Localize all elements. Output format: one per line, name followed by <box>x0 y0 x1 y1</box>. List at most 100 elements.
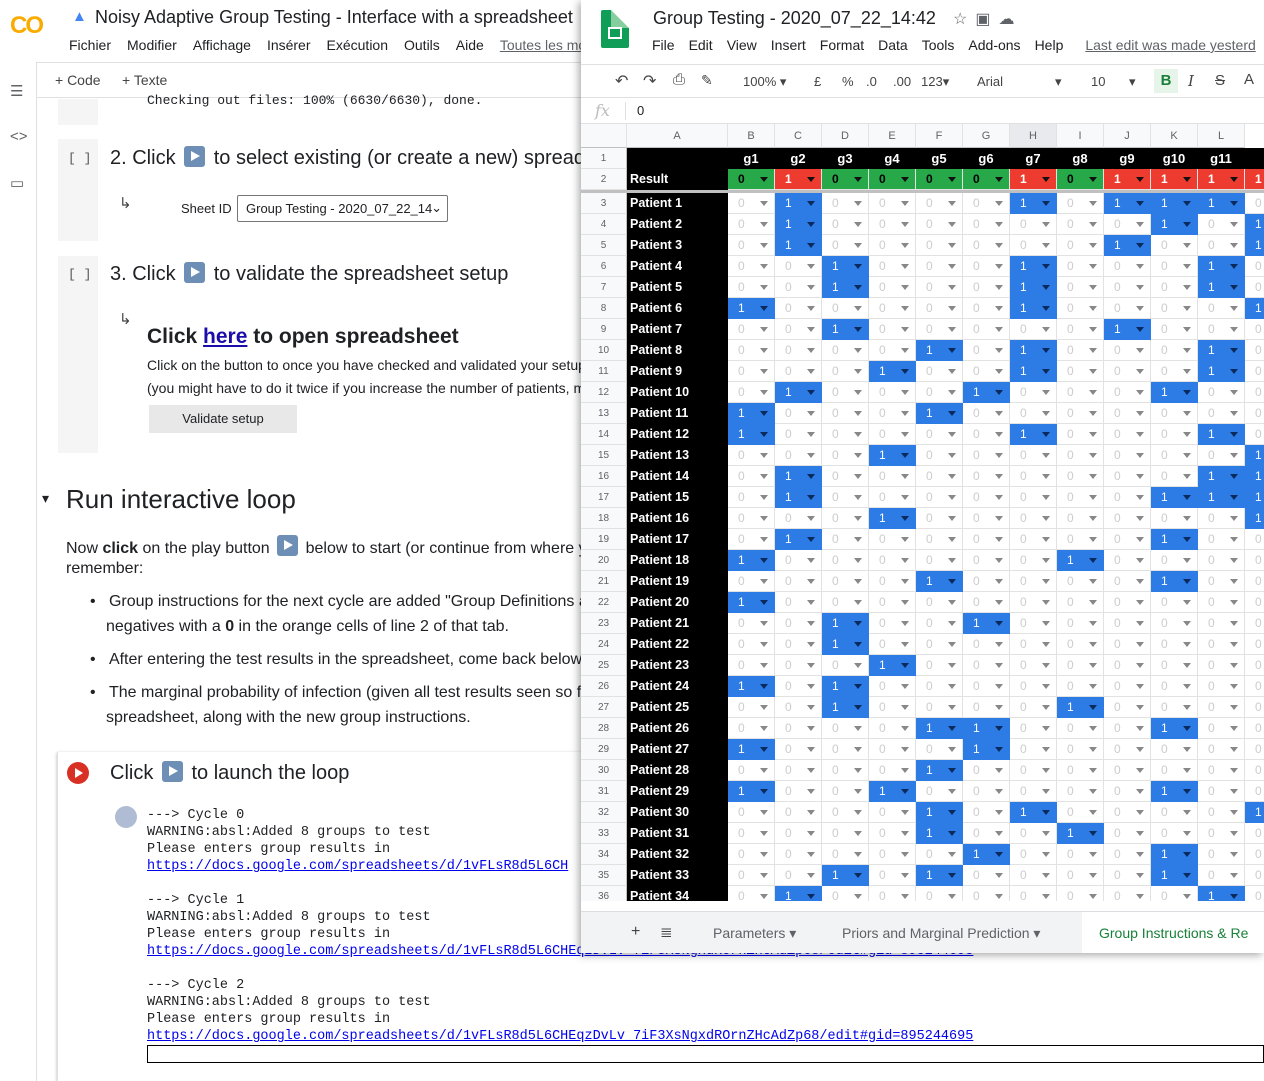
dropdown-arrow-icon[interactable] <box>760 600 768 605</box>
membership-cell[interactable]: 1 <box>916 823 963 844</box>
membership-cell[interactable]: 0 <box>1010 592 1057 613</box>
patient-name[interactable]: Patient 4 <box>627 256 728 277</box>
dropdown-arrow-icon[interactable] <box>854 243 862 248</box>
dropdown-arrow-icon[interactable] <box>1183 285 1191 290</box>
membership-cell[interactable]: 0 <box>1198 634 1245 655</box>
membership-cell[interactable]: 0 <box>775 571 822 592</box>
patient-name[interactable]: Patient 10 <box>627 382 728 403</box>
notebook-title[interactable]: Noisy Adaptive Group Testing - Interface… <box>95 7 573 28</box>
dropdown-arrow-icon[interactable] <box>1230 243 1238 248</box>
membership-cell[interactable]: 0 <box>822 382 869 403</box>
membership-cell[interactable]: 0 <box>1245 382 1264 403</box>
dropdown-arrow-icon[interactable] <box>1089 558 1097 563</box>
dropdown-arrow-icon[interactable] <box>948 537 956 542</box>
dropdown-arrow-icon[interactable] <box>1230 663 1238 668</box>
membership-cell[interactable]: 0 <box>916 214 963 235</box>
dropdown-arrow-icon[interactable] <box>807 894 815 899</box>
membership-cell[interactable]: 1 <box>728 739 775 760</box>
dropdown-arrow-icon[interactable] <box>948 474 956 479</box>
row-header[interactable]: 17 <box>581 487 627 508</box>
dropdown-arrow-icon[interactable] <box>948 642 956 647</box>
dropdown-arrow-icon[interactable] <box>995 726 1003 731</box>
patient-name[interactable]: Patient 31 <box>627 823 728 844</box>
dropdown-arrow-icon[interactable] <box>854 177 862 182</box>
dropdown-arrow-icon[interactable] <box>1183 768 1191 773</box>
membership-cell[interactable]: 0 <box>1010 487 1057 508</box>
patient-name[interactable]: Patient 29 <box>627 781 728 802</box>
membership-cell[interactable]: 0 <box>822 529 869 550</box>
dropdown-arrow-icon[interactable] <box>1042 432 1050 437</box>
membership-cell[interactable]: 0 <box>1198 214 1245 235</box>
membership-cell[interactable]: 0 <box>1104 466 1151 487</box>
dropdown-arrow-icon[interactable] <box>1089 831 1097 836</box>
move-icon[interactable]: ▣ <box>975 11 998 28</box>
membership-cell[interactable]: 0 <box>1104 781 1151 802</box>
patient-name[interactable]: Patient 7 <box>627 319 728 340</box>
drive-icon[interactable]: ▲ <box>72 8 87 25</box>
dropdown-arrow-icon[interactable] <box>1042 663 1050 668</box>
patient-name[interactable]: Patient 32 <box>627 844 728 865</box>
result-cell[interactable]: 1 <box>1104 169 1151 190</box>
membership-cell[interactable]: 0 <box>1010 655 1057 676</box>
row-header[interactable]: 1 <box>581 148 627 169</box>
membership-cell[interactable]: 0 <box>728 865 775 886</box>
dropdown-arrow-icon[interactable] <box>807 348 815 353</box>
dropdown-arrow-icon[interactable] <box>760 369 768 374</box>
membership-cell[interactable]: 0 <box>1245 550 1264 571</box>
membership-cell[interactable]: 1 <box>1198 277 1245 298</box>
patient-name[interactable]: Patient 11 <box>627 403 728 424</box>
membership-cell[interactable]: 0 <box>869 676 916 697</box>
validate-setup-button[interactable]: Validate setup <box>149 405 297 433</box>
dropdown-arrow-icon[interactable] <box>948 579 956 584</box>
membership-cell[interactable]: 0 <box>1198 844 1245 865</box>
dropdown-arrow-icon[interactable] <box>854 558 862 563</box>
membership-cell[interactable]: 0 <box>963 256 1010 277</box>
patient-name[interactable]: Patient 18 <box>627 550 728 571</box>
membership-cell[interactable]: 1 <box>728 424 775 445</box>
group-header[interactable]: g2 <box>775 148 822 169</box>
membership-cell[interactable]: 1 <box>1245 466 1264 487</box>
membership-cell[interactable]: 0 <box>1057 235 1104 256</box>
membership-cell[interactable]: 0 <box>916 529 963 550</box>
membership-cell[interactable]: 0 <box>916 235 963 256</box>
membership-cell[interactable]: 0 <box>1245 676 1264 697</box>
membership-cell[interactable]: 0 <box>1104 865 1151 886</box>
dropdown-arrow-icon[interactable] <box>1230 831 1238 836</box>
membership-cell[interactable]: 0 <box>1198 613 1245 634</box>
dropdown-arrow-icon[interactable] <box>948 600 956 605</box>
result-cell[interactable]: 0 <box>916 169 963 190</box>
folder-icon[interactable]: ▭ <box>10 174 24 192</box>
patient-name[interactable]: Patient 25 <box>627 697 728 718</box>
membership-cell[interactable]: 0 <box>728 466 775 487</box>
membership-cell[interactable]: 0 <box>1151 298 1198 319</box>
membership-cell[interactable]: 0 <box>775 445 822 466</box>
dropdown-arrow-icon[interactable] <box>995 411 1003 416</box>
dropdown-arrow-icon[interactable] <box>854 201 862 206</box>
membership-cell[interactable]: 0 <box>822 592 869 613</box>
dropdown-arrow-icon[interactable] <box>1230 348 1238 353</box>
dropdown-arrow-icon[interactable] <box>901 432 909 437</box>
membership-cell[interactable]: 0 <box>1010 739 1057 760</box>
dropdown-arrow-icon[interactable] <box>807 873 815 878</box>
membership-cell[interactable]: 0 <box>1104 571 1151 592</box>
dropdown-arrow-icon[interactable] <box>854 411 862 416</box>
dropdown-arrow-icon[interactable] <box>1136 201 1144 206</box>
membership-cell[interactable]: 1 <box>822 256 869 277</box>
membership-cell[interactable]: 0 <box>916 781 963 802</box>
dropdown-arrow-icon[interactable] <box>1136 495 1144 500</box>
membership-cell[interactable]: 0 <box>728 613 775 634</box>
membership-cell[interactable]: 0 <box>869 298 916 319</box>
dropdown-arrow-icon[interactable] <box>995 495 1003 500</box>
membership-cell[interactable]: 0 <box>728 256 775 277</box>
membership-cell[interactable]: 0 <box>963 865 1010 886</box>
membership-cell[interactable]: 0 <box>963 277 1010 298</box>
membership-cell[interactable]: 1 <box>916 802 963 823</box>
membership-cell[interactable]: 1 <box>728 298 775 319</box>
membership-cell[interactable]: 0 <box>1010 571 1057 592</box>
membership-cell[interactable]: 1 <box>1198 361 1245 382</box>
row-header[interactable]: 18 <box>581 508 627 529</box>
membership-cell[interactable]: 0 <box>963 214 1010 235</box>
dropdown-arrow-icon[interactable] <box>948 306 956 311</box>
membership-cell[interactable]: 0 <box>1010 403 1057 424</box>
membership-cell[interactable]: 0 <box>822 823 869 844</box>
